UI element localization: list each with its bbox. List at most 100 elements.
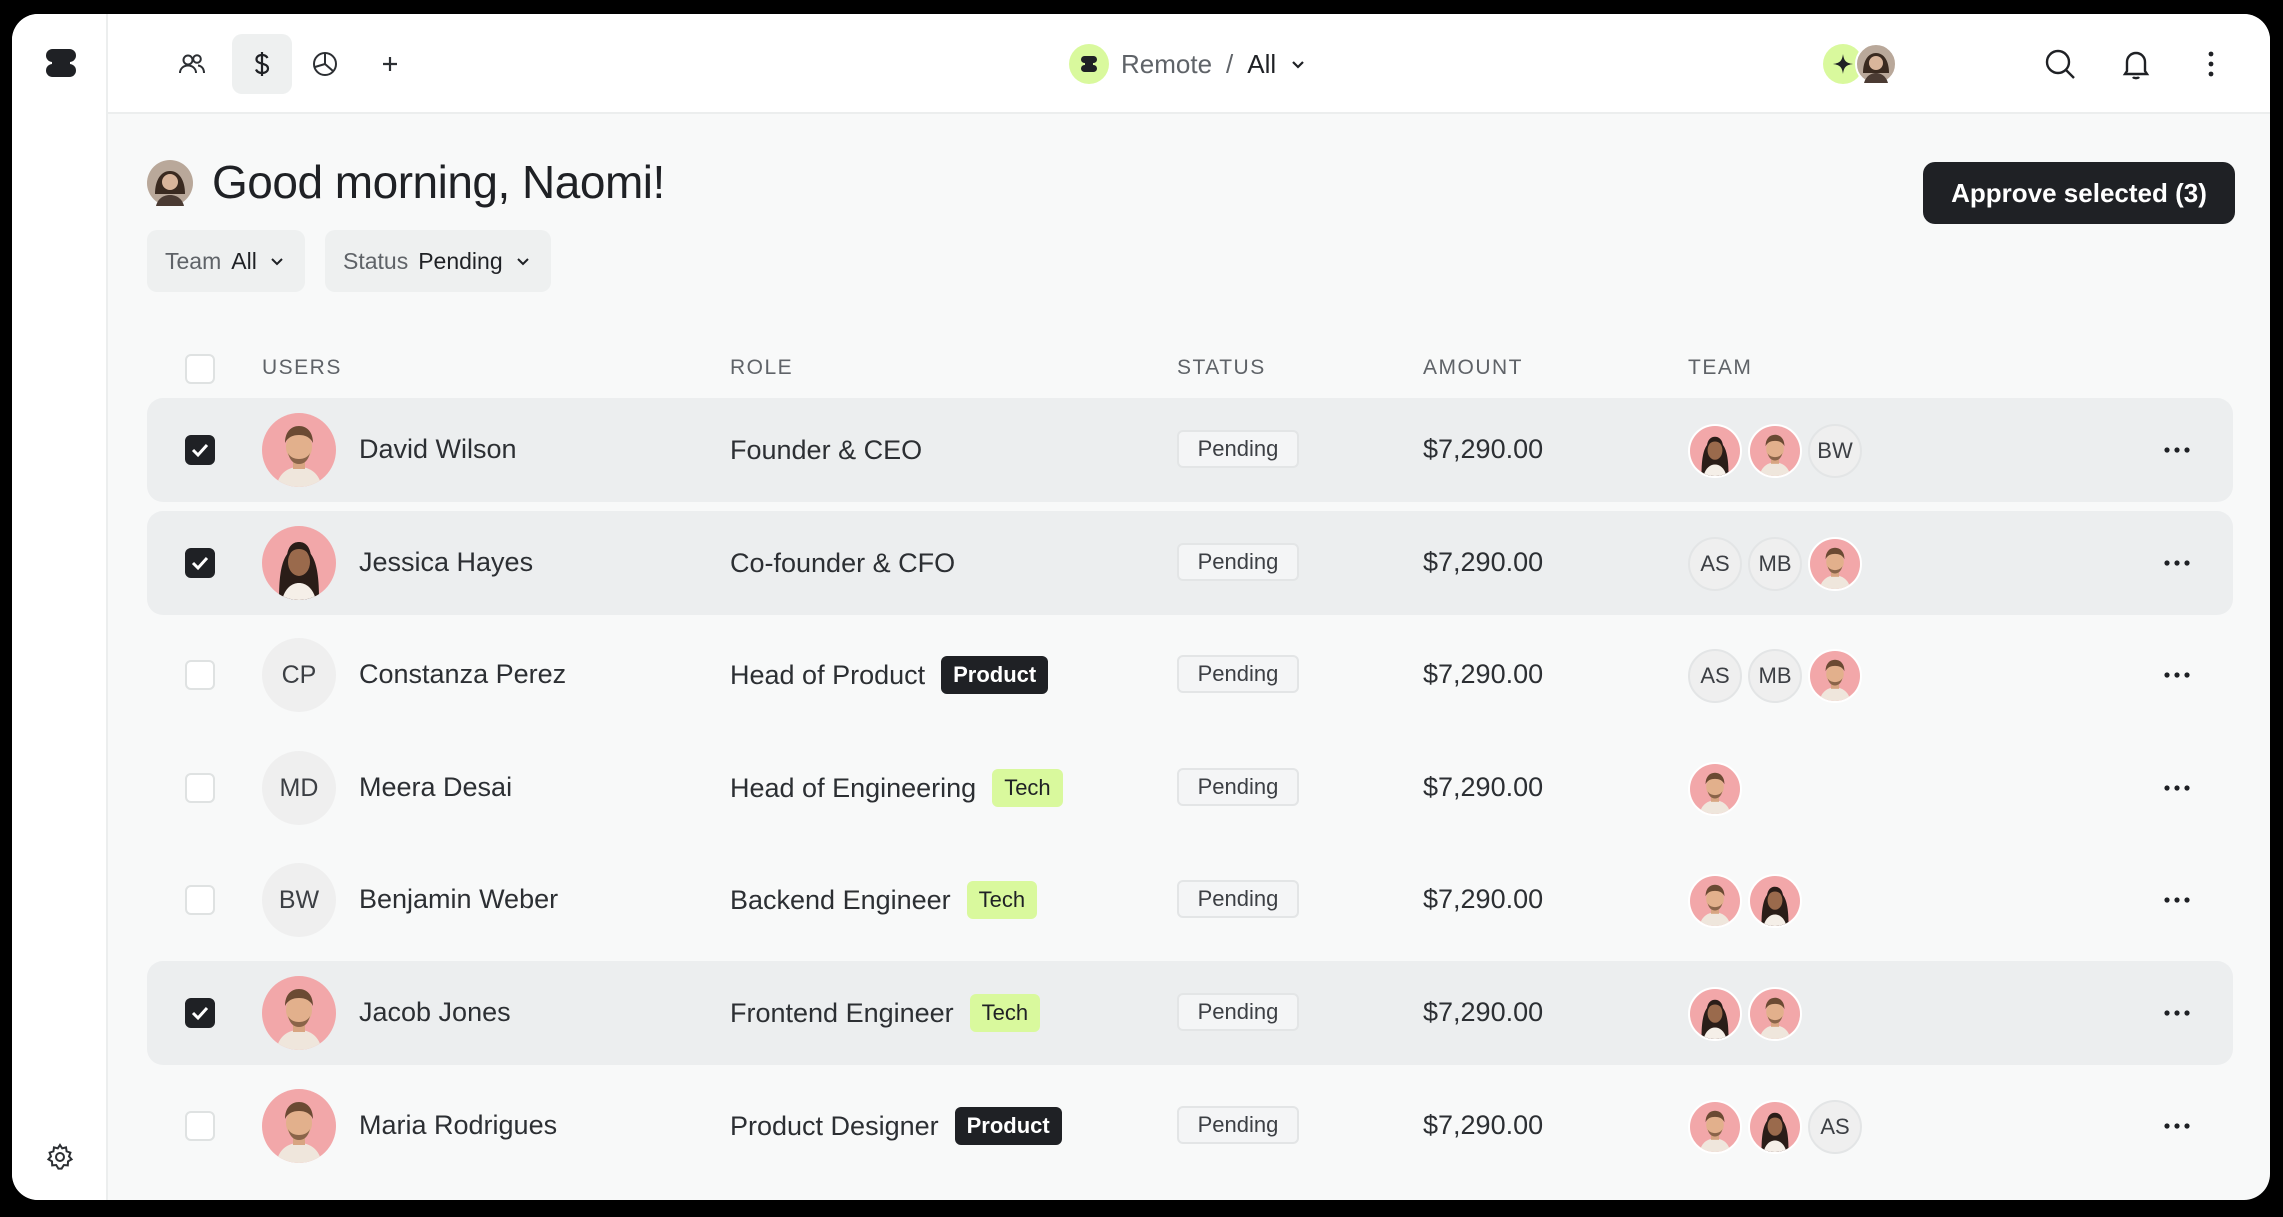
user-initials: BW [278, 885, 320, 914]
status-badge: Pending [1177, 880, 1299, 918]
table-row[interactable]: Jessica Hayes Co-founder & CFO Pending $7,2… [147, 511, 2233, 615]
team-member-avatar[interactable] [1748, 1100, 1802, 1154]
user-name[interactable]: Constanza Perez [359, 659, 566, 690]
filter-team-value: All [231, 247, 257, 274]
logo-icon[interactable] [44, 46, 78, 80]
column-amount[interactable]: AMOUNT [1423, 356, 1523, 380]
user-name[interactable]: Maria Rodrigues [359, 1110, 557, 1141]
team-member-avatar[interactable]: MB [1748, 537, 1802, 591]
user-name[interactable]: Jacob Jones [359, 997, 511, 1028]
nav-payments-button[interactable] [232, 34, 292, 94]
table-row[interactable]: Jacob Jones Frontend Engineer Tech Pending $… [147, 961, 2233, 1065]
amount-value: $7,290.00 [1423, 1110, 1544, 1140]
column-status[interactable]: STATUS [1177, 356, 1266, 380]
team-member-avatar[interactable]: AS [1808, 1100, 1862, 1154]
table-row[interactable]: MD Meera Desai Head of Engineering Tech Pend… [147, 736, 2233, 840]
row-checkbox[interactable] [185, 885, 215, 915]
team-member-avatar[interactable] [1808, 649, 1862, 703]
team-member-avatar[interactable] [1748, 874, 1802, 928]
settings-icon[interactable] [45, 1142, 75, 1172]
team-member-initials: BW [1817, 438, 1853, 463]
user-name[interactable]: Benjamin Weber [359, 884, 558, 915]
more-vertical-icon[interactable] [2193, 46, 2229, 82]
user-name[interactable]: David Wilson [359, 434, 517, 465]
user-initials: CP [281, 660, 317, 689]
table-row[interactable]: Maria Rodrigues Product Designer Product Pe… [147, 1074, 2233, 1178]
team-member-avatar[interactable] [1748, 987, 1802, 1041]
more-horizontal-icon[interactable] [2161, 1112, 2193, 1140]
team-member-avatar[interactable]: BW [1808, 424, 1862, 478]
more-horizontal-icon[interactable] [2161, 886, 2193, 914]
filter-status[interactable]: Status Pending [325, 230, 551, 292]
workspace-logo-icon [1069, 44, 1109, 84]
row-checkbox[interactable] [185, 773, 215, 803]
user-avatar [262, 976, 336, 1050]
role-text: Head of Product [730, 659, 926, 690]
role-text: Head of Engineering [730, 772, 977, 803]
team-member-avatar[interactable] [1688, 762, 1742, 816]
team-member-avatar[interactable] [1688, 874, 1742, 928]
filter-team[interactable]: Team All [147, 230, 305, 292]
workspace-separator: / [1226, 48, 1234, 79]
nav-add-button[interactable] [360, 34, 420, 94]
user-initials: MD [279, 773, 319, 802]
app-window: Remote / All Good morning, Naomi! Approv… [12, 14, 2270, 1200]
role-cell: Founder & CEO [730, 431, 922, 469]
table-row[interactable]: David Wilson Founder & CEO Pending $7,290.0… [147, 398, 2233, 502]
search-icon[interactable] [2042, 46, 2078, 82]
user-avatar: MD [262, 751, 336, 825]
team-member-avatar[interactable] [1688, 987, 1742, 1041]
more-horizontal-icon[interactable] [2161, 774, 2193, 802]
team-member-avatar[interactable] [1688, 1100, 1742, 1154]
team-member-avatar[interactable]: MB [1748, 649, 1802, 703]
workspace-switcher[interactable]: Remote / All [1069, 44, 1308, 84]
user-avatar [262, 413, 336, 487]
user-avatar[interactable] [1855, 43, 1897, 85]
select-all-checkbox[interactable] [185, 354, 215, 384]
status-badge: Pending [1177, 993, 1299, 1031]
row-checkbox[interactable] [185, 660, 215, 690]
chevron-down-icon [1288, 54, 1308, 74]
status-badge: Pending [1177, 1106, 1299, 1144]
role-text: Backend Engineer [730, 884, 951, 915]
team-member-avatar[interactable] [1748, 424, 1802, 478]
bell-icon[interactable] [2118, 46, 2154, 82]
row-checkbox[interactable] [185, 548, 215, 578]
row-checkbox[interactable] [185, 435, 215, 465]
table-row[interactable]: BW Benjamin Weber Backend Engineer Tech Pend… [147, 848, 2233, 952]
more-horizontal-icon[interactable] [2161, 661, 2193, 689]
team-member-avatar[interactable] [1688, 424, 1742, 478]
team-member-avatar[interactable]: AS [1688, 537, 1742, 591]
user-name[interactable]: Meera Desai [359, 772, 512, 803]
user-avatar: CP [262, 638, 336, 712]
workspace-scope: All [1247, 48, 1277, 79]
role-text: Founder & CEO [730, 434, 923, 465]
more-horizontal-icon[interactable] [2161, 999, 2193, 1027]
table-header: USERS ROLE STATUS AMOUNT TEAM [147, 344, 2233, 394]
team-member-initials: AS [1700, 663, 1730, 688]
chevron-down-icon [513, 251, 533, 271]
department-tag: Tech [966, 881, 1038, 919]
department-tag: Product [954, 1107, 1062, 1145]
dollar-icon [247, 49, 277, 79]
top-bar: Remote / All [108, 14, 2270, 114]
row-checkbox[interactable] [185, 1111, 215, 1141]
table-row[interactable]: CP Constanza Perez Head of Product Product P… [147, 623, 2233, 727]
approve-selected-button[interactable]: Approve selected (3) [1923, 162, 2235, 224]
more-horizontal-icon[interactable] [2161, 436, 2193, 464]
nav-reports-button[interactable] [295, 34, 355, 94]
nav-people-button[interactable] [162, 34, 222, 94]
column-users[interactable]: USERS [262, 356, 342, 380]
amount-value: $7,290.00 [1423, 884, 1544, 914]
pie-chart-icon [310, 49, 340, 79]
team-member-avatar[interactable]: AS [1688, 649, 1742, 703]
column-role[interactable]: ROLE [730, 356, 793, 380]
more-horizontal-icon[interactable] [2161, 549, 2193, 577]
role-cell: Product Designer Product [730, 1107, 1062, 1145]
filter-status-label: Status [343, 247, 409, 274]
department-tag: Product [941, 656, 1049, 694]
column-team[interactable]: TEAM [1688, 356, 1752, 380]
user-name[interactable]: Jessica Hayes [359, 547, 533, 578]
team-member-avatar[interactable] [1808, 537, 1862, 591]
row-checkbox[interactable] [185, 998, 215, 1028]
